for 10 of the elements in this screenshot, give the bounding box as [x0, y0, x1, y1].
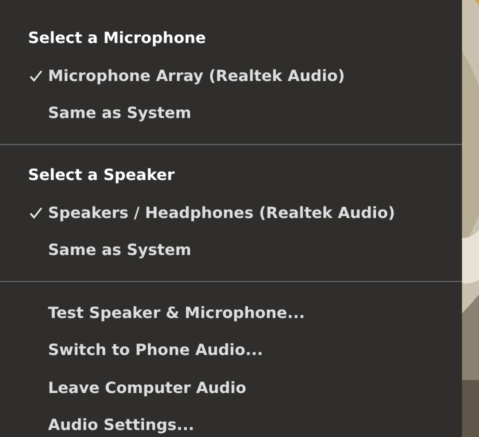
- menu-item[interactable]: Switch to Phone Audio...: [48, 341, 264, 360]
- menu-item[interactable]: Same as System: [48, 241, 192, 260]
- menu-item[interactable]: Test Speaker & Microphone...: [48, 304, 305, 322]
- menu-item[interactable]: Audio Settings...: [48, 416, 194, 434]
- menu-item[interactable]: Leave Computer Audio: [48, 378, 246, 397]
- menu-item[interactable]: Microphone Array (Realtek Audio): [48, 66, 345, 85]
- menu-item[interactable]: Speakers / Headphones (Realtek Audio): [48, 204, 396, 222]
- menu-item[interactable]: Same as System: [48, 104, 192, 122]
- section-header: Select a Speaker: [27, 165, 175, 186]
- section-header: Select a Microphone: [27, 28, 206, 49]
